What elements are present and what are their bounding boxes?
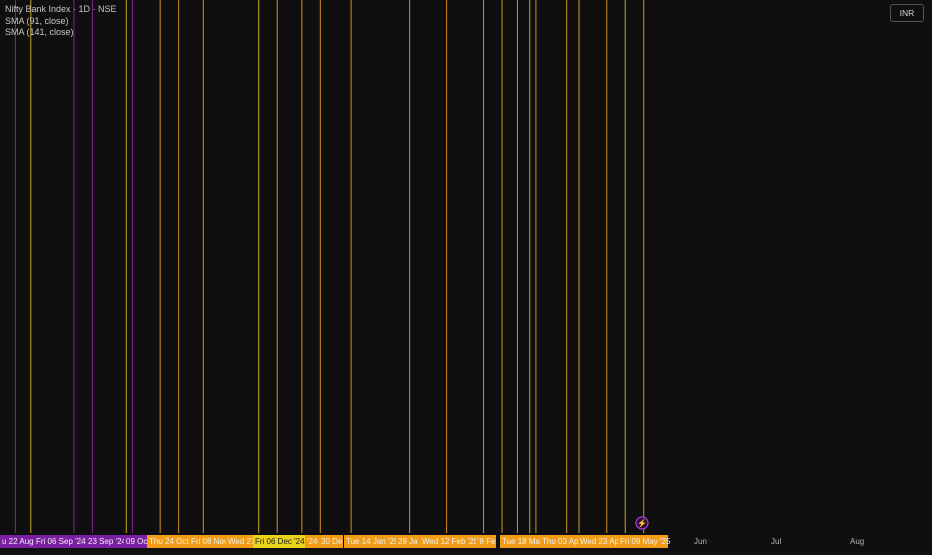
x-tick-label: '24 bbox=[307, 537, 318, 546]
currency-button[interactable]: INR bbox=[890, 4, 924, 22]
chart-legend: Nifty Bank Index · 1D · NSE SMA (91, clo… bbox=[5, 4, 117, 39]
x-tick-label: 23 Sep '24 bbox=[88, 537, 127, 546]
x-tick-label: Thu 03 Ap bbox=[542, 537, 579, 546]
x-tick-label: 09 Oc bbox=[126, 537, 147, 546]
x-tick-label: Wed 12 Feb '25 bbox=[422, 537, 479, 546]
x-tick-label: Fri 08 Nov bbox=[191, 537, 228, 546]
x-tick-label: '8 Fe bbox=[478, 537, 496, 546]
x-tick-label: u 22 Aug bbox=[2, 537, 34, 546]
x-tick-label: Fri 06 Dec '24 bbox=[255, 537, 305, 546]
chart-area[interactable]: 59,000.0058,000.0057,000.0056,000.0055,0… bbox=[0, 0, 932, 550]
price-axis-bg bbox=[885, 0, 932, 550]
lightning-icon: ⚡ bbox=[637, 518, 647, 528]
x-tick-label: Fri 09 May '25 bbox=[620, 537, 671, 546]
x-tick-label: Thu 24 Oct bbox=[149, 537, 189, 546]
x-tick-label: Jun bbox=[694, 537, 707, 546]
price-axis[interactable]: 59,000.0058,000.0057,000.0056,000.0055,0… bbox=[885, 0, 932, 550]
x-tick-label: 29 Ja bbox=[398, 537, 418, 546]
x-tick-label: Wed 23 Ap bbox=[580, 537, 620, 546]
sma91-legend[interactable]: SMA (91, close) bbox=[5, 16, 117, 28]
x-tick-label: 30 De bbox=[321, 537, 343, 546]
x-tick-label: Tue 14 Jan '25 bbox=[346, 537, 399, 546]
time-axis[interactable]: u 22 Aug Fri 06 Sep '24 23 Sep '24 09 Oc Thu… bbox=[0, 533, 932, 550]
x-tick-label: Wed 27 bbox=[228, 537, 256, 546]
candlestick-chart[interactable]: 59,000.0058,000.0057,000.0056,000.0055,0… bbox=[0, 0, 932, 550]
symbol-title[interactable]: Nifty Bank Index · 1D · NSE bbox=[5, 4, 117, 16]
x-tick-label: Fri 06 Sep '24 bbox=[36, 537, 86, 546]
x-tick-label: Jul bbox=[771, 537, 781, 546]
chart-background bbox=[0, 0, 932, 550]
x-tick-label: Tue 18 Ma bbox=[502, 537, 540, 546]
sma141-legend[interactable]: SMA (141, close) bbox=[5, 27, 117, 39]
x-tick-label: Aug bbox=[850, 537, 864, 546]
